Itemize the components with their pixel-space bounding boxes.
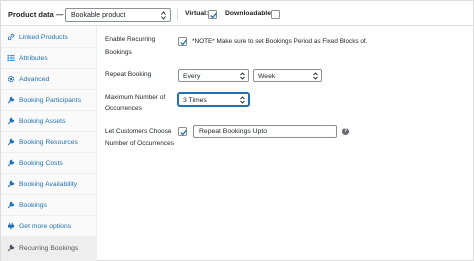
header-divider [177,9,178,21]
max-occurrences-label: Maximum Number of Occurrences [105,94,166,112]
repeat-period-value: Week [258,72,276,80]
tab-label: Booking Resources [19,138,78,146]
tab-attributes[interactable]: Attributes [1,48,96,69]
enable-recurring-label: Enable Recurring Bookings [105,36,156,56]
repeat-bookings-upto-input[interactable] [194,126,336,137]
enable-recurring-checkbox[interactable] [178,37,187,46]
fixed-blocks-note: *NOTE* Make sure to set Bookings Period … [192,38,368,45]
tab-label: Bookings [19,201,47,209]
product-data-header: Product data — Bookable product Virtual:… [1,1,473,26]
tab-booking-costs[interactable]: Booking Costs [1,153,96,174]
tab-booking-availability[interactable]: Booking Availability [1,174,96,195]
repeat-bookings-upto-field[interactable] [193,125,337,138]
gear-icon [7,75,15,83]
max-occurrences-select[interactable]: 3 Times [178,93,249,106]
product-type-value: Bookable product [71,11,126,19]
checkmark-icon [180,39,187,46]
checkmark-icon [180,129,187,136]
tab-label: Linked Products [19,33,68,41]
wrench-icon [7,96,15,104]
wrench-icon [7,117,15,125]
wrench-icon [7,159,15,167]
repeat-frequency-value: Every [183,72,201,80]
product-data-panel: Product data — Bookable product Virtual:… [0,0,474,261]
tab-label: Booking Costs [19,159,63,167]
tab-label: Booking Participants [19,96,81,104]
tab-label: Attributes [19,54,48,62]
updown-chevron-icon [161,11,166,20]
panel-title: Product data — [8,10,64,19]
link-icon [7,33,15,41]
virtual-label: Virtual: [185,10,209,17]
tab-linked-products[interactable]: Linked Products [1,27,96,48]
updown-chevron-icon [240,96,245,104]
tab-label: Get more options [19,222,72,230]
virtual-checkbox[interactable] [208,9,217,19]
tab-booking-assets[interactable]: Booking Assets [1,111,96,132]
repeat-booking-label: Repeat Booking [105,71,152,78]
checkmark-icon [210,12,217,18]
wrench-icon [7,180,15,188]
product-type-select[interactable]: Bookable product [65,8,171,22]
tab-recurring-bookings[interactable]: Recurring Bookings [1,237,96,261]
customer-choose-checkbox[interactable] [178,127,187,136]
plugin-icon [8,222,14,230]
max-occurrences-value: 3 Times [183,96,207,104]
updown-chevron-icon [240,72,245,80]
wrench-icon [7,244,15,252]
tab-label: Advanced [19,75,50,83]
tab-advanced[interactable]: Advanced [1,69,96,90]
tab-get-more-options[interactable]: Get more options [1,216,96,237]
wrench-icon [7,138,15,146]
downloadable-checkbox[interactable] [271,9,280,19]
downloadable-label: Downloadable: [225,10,274,17]
tab-label: Booking Assets [19,117,66,125]
help-icon[interactable]: ? [342,128,349,135]
list-icon [7,55,15,61]
tab-booking-resources[interactable]: Booking Resources [1,132,96,153]
customer-choose-label: Let Customers Choose Number of Occurrenc… [105,128,174,147]
product-data-tabs: Linked Products Attributes Advanced Book… [1,27,97,261]
tab-bookings[interactable]: Bookings [1,195,96,216]
repeat-period-select[interactable]: Week [253,69,322,82]
tab-label: Booking Availability [19,180,78,188]
tab-booking-participants[interactable]: Booking Participants [1,90,96,111]
updown-chevron-icon [313,72,318,80]
wrench-icon [7,201,15,209]
tab-label: Recurring Bookings [19,244,79,252]
repeat-frequency-select[interactable]: Every [178,69,249,82]
